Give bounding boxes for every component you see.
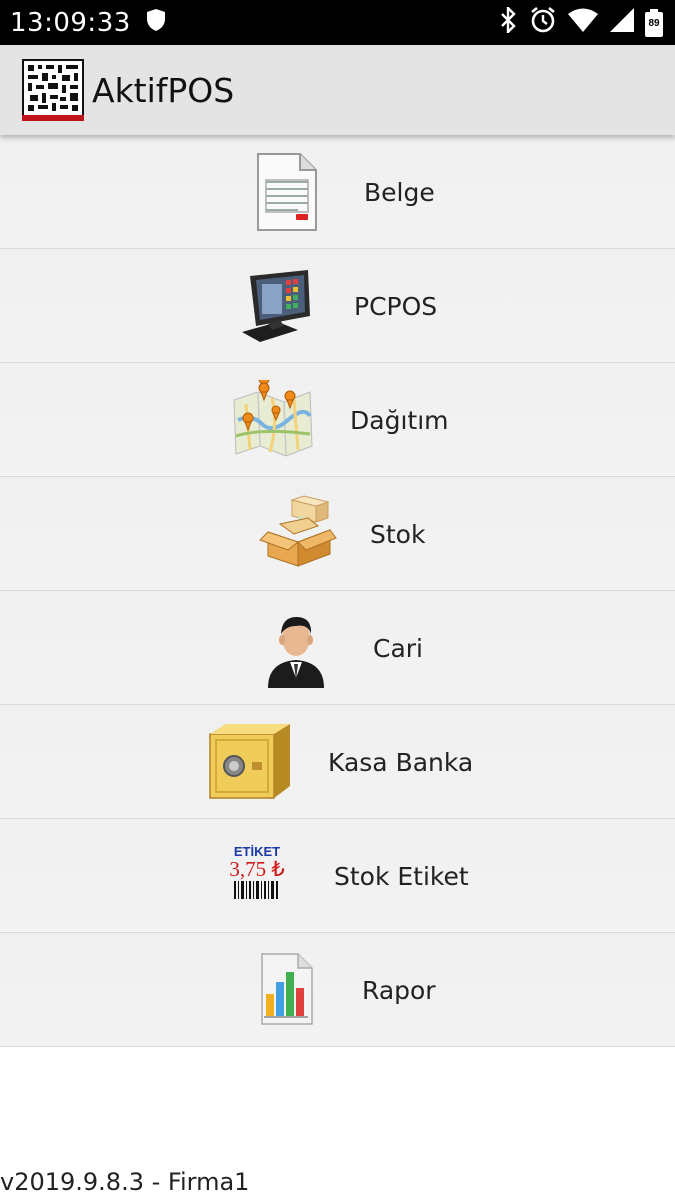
menu-item-cari[interactable]: Cari xyxy=(0,591,675,705)
menu-item-label: Rapor xyxy=(362,975,436,1005)
menu-item-label: PCPOS xyxy=(354,291,438,321)
app-bar: AktifPOS xyxy=(0,45,675,135)
etiket-price: 3,75 ₺ xyxy=(229,857,285,881)
battery-level: 89 xyxy=(648,17,660,29)
menu-item-dagitim[interactable]: Dağıtım xyxy=(0,363,675,477)
menu-item-kasa-banka[interactable]: Kasa Banka xyxy=(0,705,675,819)
status-bar: 13:09:33 89 xyxy=(0,0,675,45)
pos-terminal-icon xyxy=(238,266,318,346)
menu-item-label: Dağıtım xyxy=(350,405,449,435)
report-chart-icon xyxy=(252,950,332,1030)
document-icon xyxy=(246,152,326,232)
menu-item-label: Belge xyxy=(364,177,435,207)
person-icon xyxy=(256,608,336,688)
main-menu: Belge PCPOS Dağıtım Stok Cari Kasa Banka… xyxy=(0,135,675,1047)
menu-item-stok-etiket[interactable]: ETİKET 3,75 ₺ Stok Etiket xyxy=(0,819,675,933)
safe-icon xyxy=(208,722,292,802)
menu-item-rapor[interactable]: Rapor xyxy=(0,933,675,1047)
menu-item-label: Stok Etiket xyxy=(334,861,469,891)
app-title: AktifPOS xyxy=(92,70,235,110)
menu-item-label: Stok xyxy=(370,519,426,549)
bluetooth-icon xyxy=(497,5,519,38)
version-label: v2019.9.8.3 - Firma1 xyxy=(0,1168,250,1196)
barcode-logo-icon xyxy=(20,57,86,123)
boxes-icon xyxy=(258,494,338,574)
signal-icon xyxy=(609,7,635,38)
label-barcode-icon: ETİKET 3,75 ₺ xyxy=(226,836,288,916)
wifi-icon xyxy=(567,7,599,38)
clock: 13:09:33 xyxy=(10,7,131,38)
battery-icon: 89 xyxy=(645,8,663,37)
shield-icon xyxy=(145,8,167,37)
menu-item-belge[interactable]: Belge xyxy=(0,135,675,249)
menu-item-stok[interactable]: Stok xyxy=(0,477,675,591)
menu-item-label: Cari xyxy=(373,633,423,663)
alarm-icon xyxy=(529,6,557,39)
menu-item-pcpos[interactable]: PCPOS xyxy=(0,249,675,363)
map-icon xyxy=(232,373,313,460)
menu-item-label: Kasa Banka xyxy=(328,747,474,777)
